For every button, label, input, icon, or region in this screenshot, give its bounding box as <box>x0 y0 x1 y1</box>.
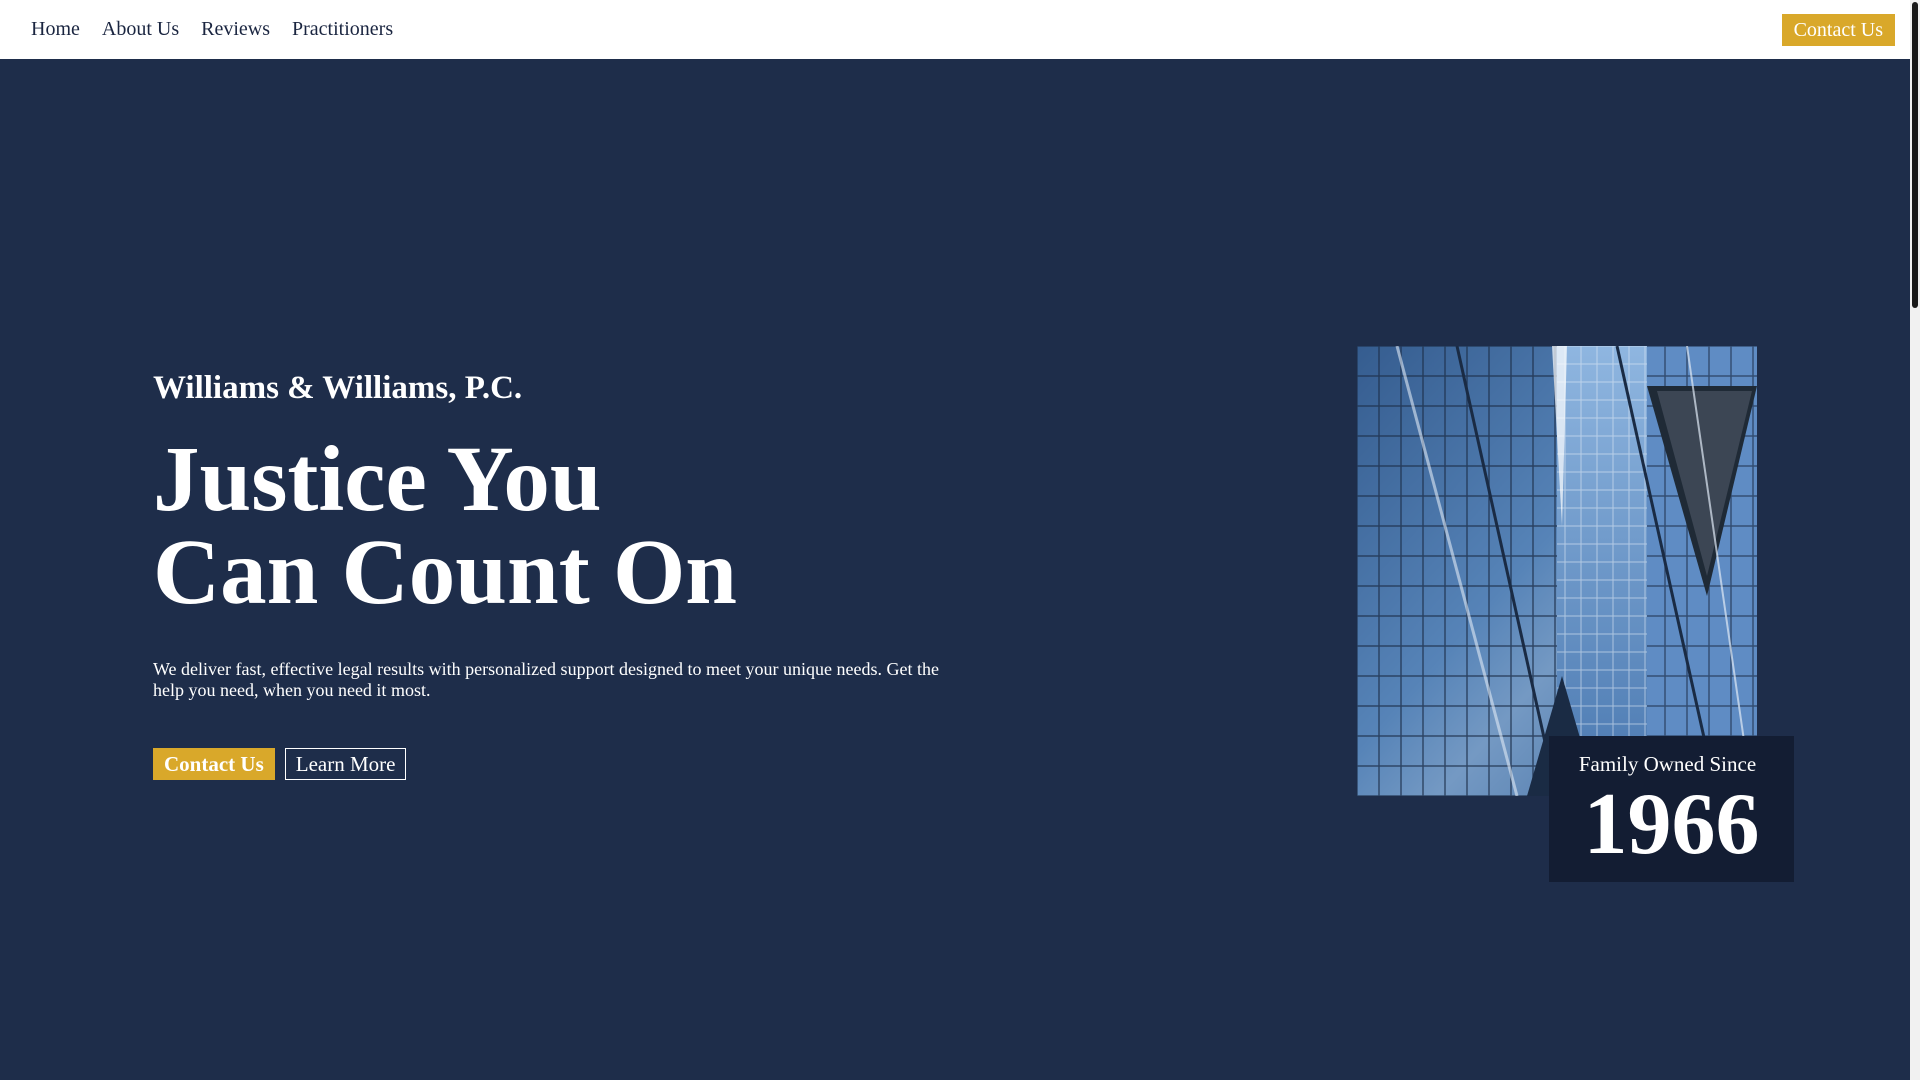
hero-section: Williams & Williams, P.C. Justice You Ca… <box>153 372 953 701</box>
page: Home About Us Reviews Practitioners Cont… <box>0 0 1920 1080</box>
nav-link-reviews[interactable]: Reviews <box>201 18 270 41</box>
headline-line-2: Can Count On <box>153 521 738 624</box>
building-image <box>1357 346 1757 796</box>
hero-contact-button[interactable]: Contact Us <box>153 748 275 780</box>
badge-year: 1966 <box>1583 776 1760 873</box>
headline-line-1: Justice You <box>153 428 602 531</box>
hero-headline: Justice You Can Count On <box>153 433 953 619</box>
nav-link-about-us[interactable]: About Us <box>102 18 179 41</box>
scrollbar-thumb[interactable] <box>1912 2 1918 308</box>
badge-label: Family Owned Since <box>1578 752 1757 776</box>
hero-buttons: Contact Us Learn More <box>153 748 407 780</box>
nav-links: Home About Us Reviews Practitioners <box>31 0 393 59</box>
page-scrollbar[interactable] <box>1910 0 1920 1080</box>
nav-contact-button[interactable]: Contact Us <box>1781 14 1895 46</box>
nav-link-practitioners[interactable]: Practitioners <box>292 18 393 41</box>
top-navbar: Home About Us Reviews Practitioners Cont… <box>0 0 1910 59</box>
building-illustration <box>1357 346 1757 796</box>
hero-description: We deliver fast, effective legal results… <box>153 659 939 700</box>
firm-name: Williams & Williams, P.C. <box>153 370 523 406</box>
learn-more-button[interactable]: Learn More <box>284 748 407 780</box>
family-owned-badge: Family Owned Since 1966 <box>1549 736 1794 882</box>
nav-link-home[interactable]: Home <box>31 18 80 41</box>
